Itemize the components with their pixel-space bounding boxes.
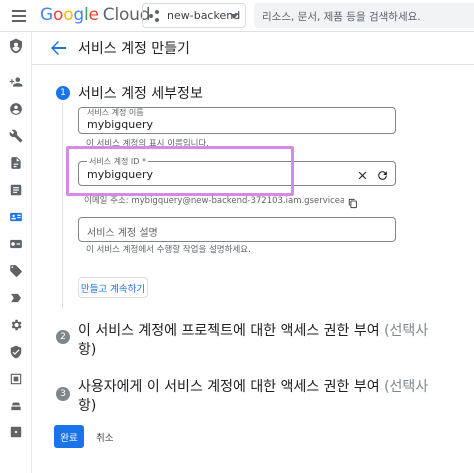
copy-icon[interactable] [348, 194, 358, 209]
step-2-title[interactable]: 이 서비스 계정에 프로젝트에 대한 액세스 권한 부여 (선택사 [78, 320, 428, 340]
step-connector [62, 103, 63, 308]
release-notes-icon[interactable] [8, 424, 24, 440]
step-2-title-text: 이 서비스 계정에 프로젝트에 대한 액세스 권한 부여 [78, 323, 380, 339]
side-nav-rail [0, 32, 32, 473]
key-icon[interactable] [8, 236, 24, 252]
search-input[interactable]: 리소스, 문서, 제품 등을 검색하세요. [254, 3, 474, 28]
chevron-down-icon [230, 14, 238, 19]
service-account-name-label: 서비스 계정 이름 [87, 108, 144, 117]
menu-icon[interactable] [10, 7, 28, 25]
service-account-icon[interactable] [8, 209, 24, 225]
email-address-hint: 이메일 주소: mybigquery@new-backend-372103.ia… [84, 196, 344, 206]
label-icon[interactable] [8, 290, 24, 306]
service-account-name-field[interactable]: 서비스 계정 이름 mybigquery [78, 107, 396, 134]
service-account-description-field[interactable]: 서비스 계정 설명 [78, 217, 396, 242]
highlight-box [66, 146, 294, 196]
description-hint: 이 서비스 계정에서 수행할 작업을 설명하세요. [86, 245, 251, 255]
step-2-optional-cont: 항) [78, 342, 97, 358]
close-icon[interactable] [356, 167, 369, 180]
step-3-title-text: 사용자에게 이 서비스 계정에 대한 액세스 권한 부여 [78, 379, 380, 395]
page-title: 서비스 계정 만들기 [78, 41, 190, 57]
step-3-optional: (선택사 [384, 379, 429, 395]
privileged-access-icon[interactable] [8, 398, 24, 414]
step-2-number: 2 [56, 330, 70, 344]
policy-icon[interactable] [8, 344, 24, 360]
project-icon [149, 9, 163, 22]
service-account-name-value: mybigquery [87, 118, 153, 131]
workload-icon[interactable] [8, 371, 24, 387]
description-placeholder: 서비스 계정 설명 [87, 228, 158, 239]
step-1-title: 서비스 계정 세부정보 [78, 86, 203, 102]
step-2-optional: (선택사 [384, 323, 429, 339]
wrench-icon[interactable] [8, 128, 24, 144]
step-3-optional-cont: 항) [78, 398, 97, 414]
tag-icon[interactable] [8, 263, 24, 279]
account-icon[interactable] [8, 101, 24, 117]
cancel-button[interactable]: 취소 [96, 430, 113, 444]
person-add-icon[interactable] [8, 74, 24, 90]
step-3-title[interactable]: 사용자에게 이 서비스 계정에 대한 액세스 권한 부여 (선택사 [78, 376, 428, 396]
shield-icon[interactable] [8, 38, 24, 54]
audit-icon[interactable] [8, 155, 24, 171]
top-bar: Google Cloud new-backend 리소스, 문서, 제품 등을 검… [0, 0, 474, 32]
step-3-number: 3 [56, 387, 70, 401]
divider [32, 64, 474, 65]
back-arrow-icon[interactable] [50, 40, 66, 55]
gear-icon[interactable] [8, 317, 24, 333]
create-and-continue-button[interactable]: 만들고 계속하기 [78, 277, 148, 298]
done-button[interactable]: 완료 [54, 425, 84, 448]
project-picker[interactable]: new-backend [142, 3, 246, 28]
step-1-number: 1 [56, 86, 70, 100]
google-cloud-logo[interactable]: Google Cloud [40, 5, 151, 25]
refresh-icon[interactable] [376, 167, 389, 180]
list-icon[interactable] [8, 182, 24, 198]
